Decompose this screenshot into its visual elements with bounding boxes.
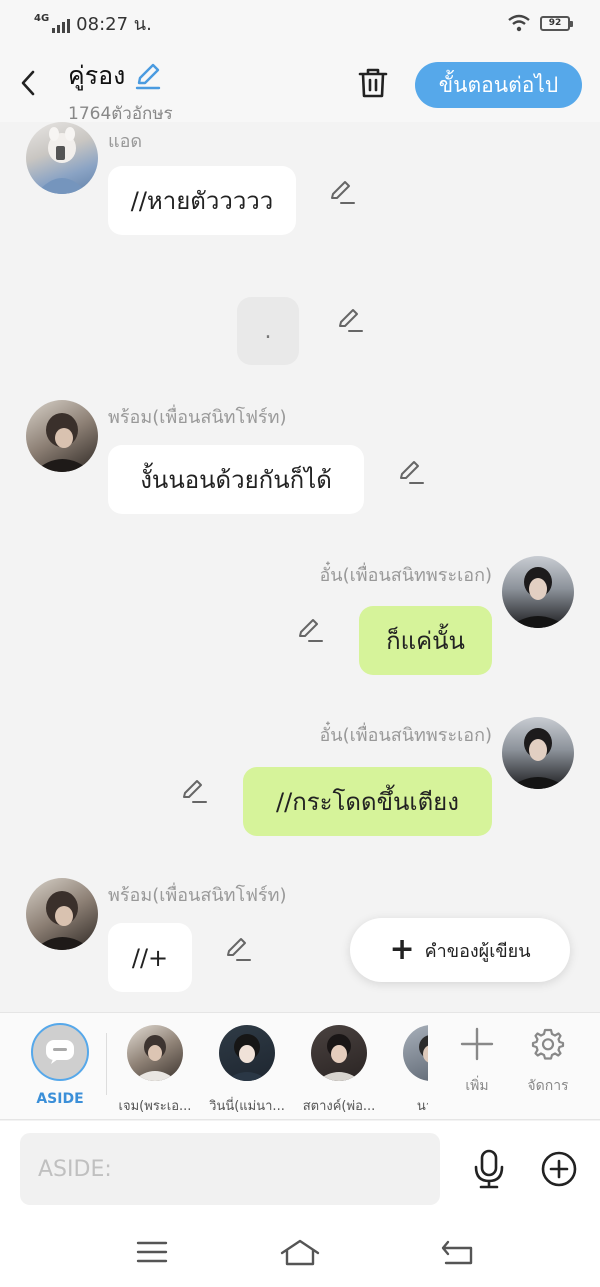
character-item[interactable]: เจม(พระเอ... [112, 1025, 198, 1116]
avatar[interactable] [26, 878, 98, 950]
status-bar: 4G 08:27 น. 92 [0, 0, 600, 46]
add-circle-icon[interactable] [540, 1149, 578, 1189]
title-area: คู่รอง 1764ตัวอักษร [68, 56, 173, 127]
battery-icon: 92 [540, 15, 573, 31]
signal-icon: 4G [34, 13, 71, 33]
trash-icon [358, 68, 388, 98]
menu-icon[interactable] [132, 1237, 172, 1267]
character-avatar [311, 1025, 367, 1081]
edit-message-icon[interactable] [336, 306, 364, 334]
character-list[interactable]: เจม(พระเอ... วินนี่(แม่นา... สตางค์(พ่อ.… [112, 1013, 428, 1121]
avatar[interactable] [502, 717, 574, 789]
chevron-left-icon [21, 70, 35, 96]
character-label: วินนี่(แม่นา... [209, 1099, 285, 1114]
chat-area[interactable]: แอด //หายตัววววว . พร้อม(เพื่อนสนิทโฟร์ท… [0, 122, 600, 1012]
sender-name: อั๋น(เพื่อนสนิทพระเอก) [319, 565, 492, 586]
add-label: เพิ่ม [465, 1078, 489, 1094]
aside-bubble[interactable]: . [237, 297, 299, 365]
message-bubble[interactable]: ก็แค่นั้น [359, 606, 492, 675]
character-avatar [219, 1025, 275, 1081]
character-bar: ASIDE เจม(พระเอ... วินนี่(แม่นา... สตางค… [0, 1012, 600, 1120]
back-button[interactable] [14, 66, 42, 100]
avatar[interactable] [26, 122, 98, 194]
message-bubble[interactable]: //+ [108, 923, 192, 992]
manage-label: จัดการ [527, 1078, 569, 1094]
chat-bubble-icon [46, 1040, 74, 1064]
aside-selector[interactable]: ASIDE [31, 1023, 89, 1107]
microphone-icon[interactable] [470, 1149, 508, 1189]
delete-button[interactable] [354, 64, 392, 102]
character-label: เจม(พระเอ... [118, 1099, 192, 1114]
aside-label: ASIDE [36, 1091, 84, 1107]
network-type: 4G [34, 13, 50, 24]
plus-icon [460, 1027, 494, 1061]
status-time: 08:27 น. [76, 13, 152, 35]
character-item[interactable]: สตางค์(พ่อ... [296, 1025, 382, 1116]
add-character-button[interactable]: เพิ่ม [447, 1027, 507, 1097]
back-nav-icon[interactable] [438, 1237, 478, 1267]
page-title: คู่รอง [68, 61, 126, 90]
character-label: นายเ [416, 1099, 428, 1114]
message-bubble[interactable]: งั้นนอนด้วยกันก็ได้ [108, 445, 364, 514]
manage-button[interactable]: จัดการ [518, 1027, 578, 1097]
wifi-icon [508, 14, 530, 32]
edit-message-icon[interactable] [180, 777, 208, 805]
divider [106, 1033, 107, 1095]
character-item[interactable]: นายเ [388, 1025, 428, 1116]
sender-name: อั๋น(เพื่อนสนิทพระเอก) [319, 725, 492, 746]
character-item[interactable]: วินนี่(แม่นา... [204, 1025, 290, 1116]
home-icon[interactable] [280, 1237, 320, 1267]
edit-message-icon[interactable] [328, 178, 356, 206]
aside-avatar [31, 1023, 89, 1081]
character-avatar [127, 1025, 183, 1081]
edit-title-icon[interactable] [133, 61, 163, 91]
avatar[interactable] [26, 400, 98, 472]
edit-message-icon[interactable] [397, 458, 425, 486]
next-step-button[interactable]: ขั้นตอนต่อไป [415, 62, 582, 108]
sender-name: พร้อม(เพื่อนสนิทโฟร์ท) [108, 885, 287, 906]
edit-message-icon[interactable] [296, 616, 324, 644]
message-input[interactable] [20, 1133, 440, 1205]
system-nav-bar [0, 1219, 600, 1287]
plus-icon: + [389, 932, 415, 967]
message-bubble[interactable]: //หายตัววววว [108, 166, 296, 235]
sender-name: แอด [108, 131, 143, 152]
message-bubble[interactable]: //กระโดดขึ้นเตียง [243, 767, 492, 836]
battery-level: 92 [548, 18, 562, 28]
author-note-button[interactable]: + คำของผู้เขียน [350, 918, 570, 982]
avatar[interactable] [502, 556, 574, 628]
header: คู่รอง 1764ตัวอักษร ขั้นตอนต่อไป [0, 46, 600, 124]
author-note-label: คำของผู้เขียน [424, 940, 531, 962]
edit-message-icon[interactable] [224, 935, 252, 963]
input-bar [0, 1121, 600, 1219]
sender-name: พร้อม(เพื่อนสนิทโฟร์ท) [108, 407, 287, 428]
character-avatar [403, 1025, 428, 1081]
gear-icon [531, 1028, 565, 1060]
character-label: สตางค์(พ่อ... [302, 1099, 376, 1114]
